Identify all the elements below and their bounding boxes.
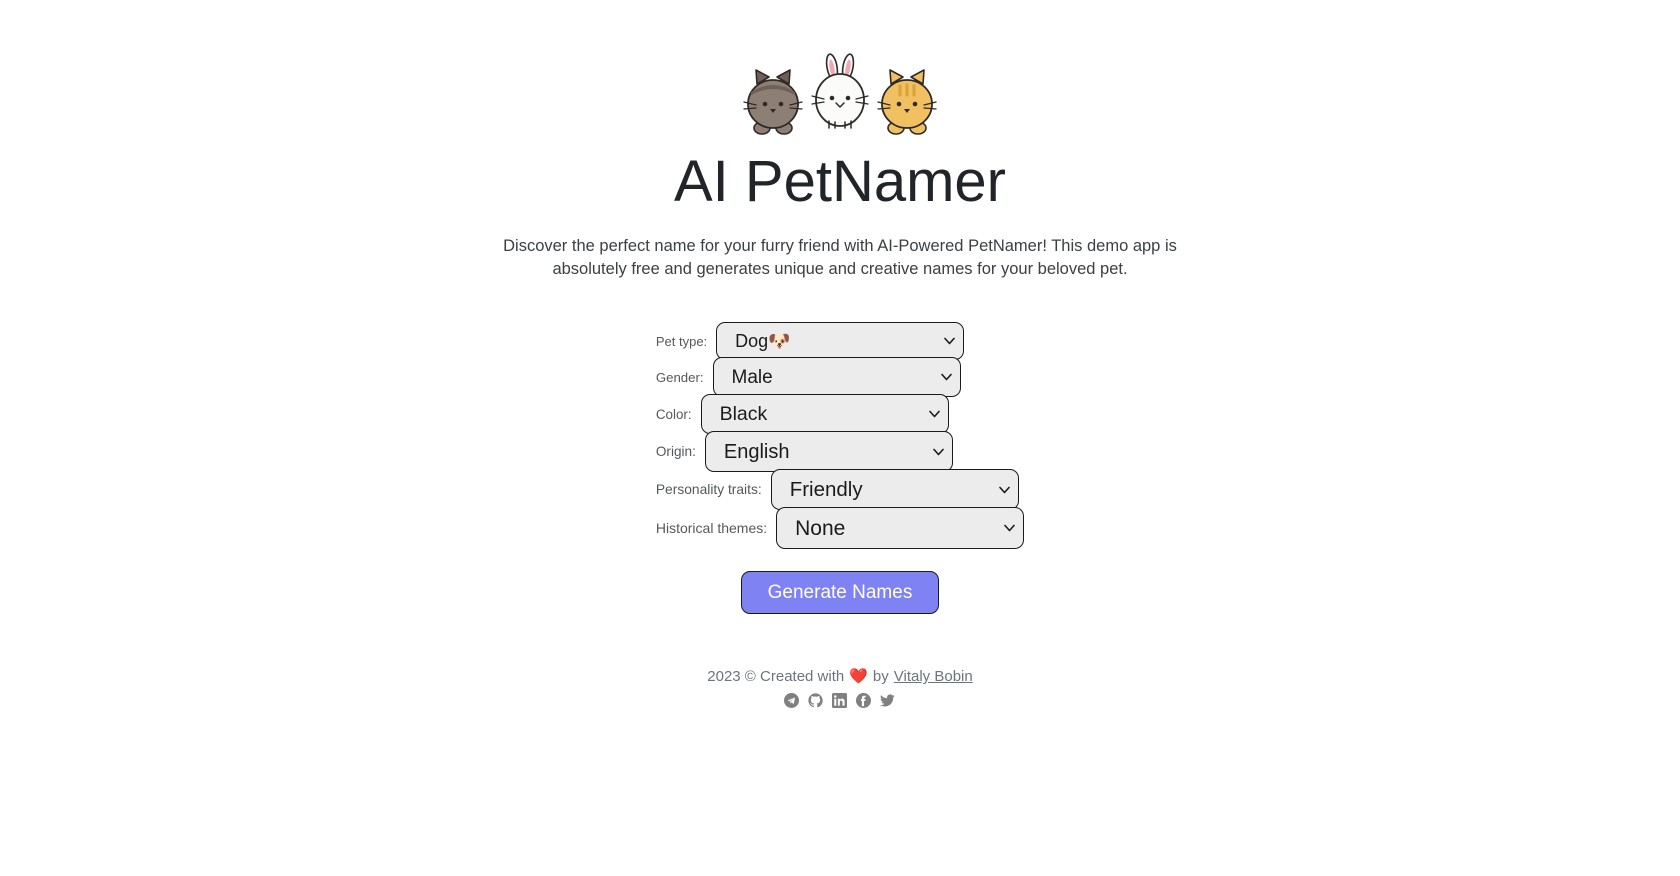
select-pet-type[interactable]: Dog🐶: [716, 322, 965, 361]
app-page: AI PetNamer Discover the perfect name fo…: [0, 0, 1680, 876]
social-links: [784, 693, 896, 709]
select-wrap-personality-traits: Friendly: [770, 469, 1019, 511]
label-historical-themes: Historical themes:: [655, 520, 768, 537]
app-description: Discover the perfect name for your furry…: [503, 236, 1177, 279]
label-gender: Gender:: [655, 369, 704, 385]
footer-credit: 2023 © Created with ❤️ by Vitaly Bobin: [707, 668, 972, 685]
label-pet-type: Pet type:: [655, 333, 708, 349]
select-personality-traits[interactable]: Friendly: [770, 469, 1019, 511]
twitter-icon[interactable]: [880, 693, 896, 708]
form-row-personality-traits: Personality traits: Friendly: [655, 469, 1024, 511]
pet-name-form: Pet type: Dog🐶 Gender: Male Color: Black…: [655, 322, 1025, 615]
github-icon[interactable]: [808, 693, 824, 708]
footer-copyright-text: 2023 © Created with: [707, 668, 845, 686]
select-color[interactable]: Black: [700, 394, 949, 435]
label-personality-traits: Personality traits:: [655, 482, 762, 498]
generate-names-button[interactable]: Generate Names: [740, 571, 940, 615]
select-wrap-historical-themes: None: [776, 507, 1025, 550]
select-origin[interactable]: English: [704, 431, 953, 473]
form-row-gender: Gender: Male: [655, 357, 1024, 398]
page-title: AI PetNamer: [674, 149, 1006, 214]
label-color: Color:: [655, 406, 692, 422]
form-row-origin: Origin: English: [655, 431, 1024, 473]
form-row-pet-type: Pet type: Dog🐶: [655, 322, 1024, 361]
three-kawaii-pets-logo-icon: [743, 53, 937, 135]
author-link[interactable]: Vitaly Bobin: [894, 668, 973, 685]
select-wrap-origin: English: [704, 431, 953, 473]
linkedin-icon[interactable]: [832, 693, 848, 709]
telegram-icon[interactable]: [784, 693, 800, 709]
select-wrap-color: Black: [700, 394, 949, 435]
select-gender[interactable]: Male: [712, 357, 961, 398]
heart-icon: ❤️: [849, 668, 868, 686]
select-wrap-pet-type: Dog🐶: [716, 322, 965, 361]
facebook-icon[interactable]: [856, 693, 872, 709]
form-row-historical-themes: Historical themes: None: [655, 507, 1025, 550]
label-origin: Origin:: [655, 444, 696, 460]
form-row-color: Color: Black: [655, 394, 1024, 435]
select-wrap-gender: Male: [712, 357, 961, 398]
select-historical-themes[interactable]: None: [776, 507, 1025, 550]
footer: 2023 © Created with ❤️ by Vitaly Bobin: [707, 668, 973, 709]
footer-by-text: by: [872, 668, 889, 686]
